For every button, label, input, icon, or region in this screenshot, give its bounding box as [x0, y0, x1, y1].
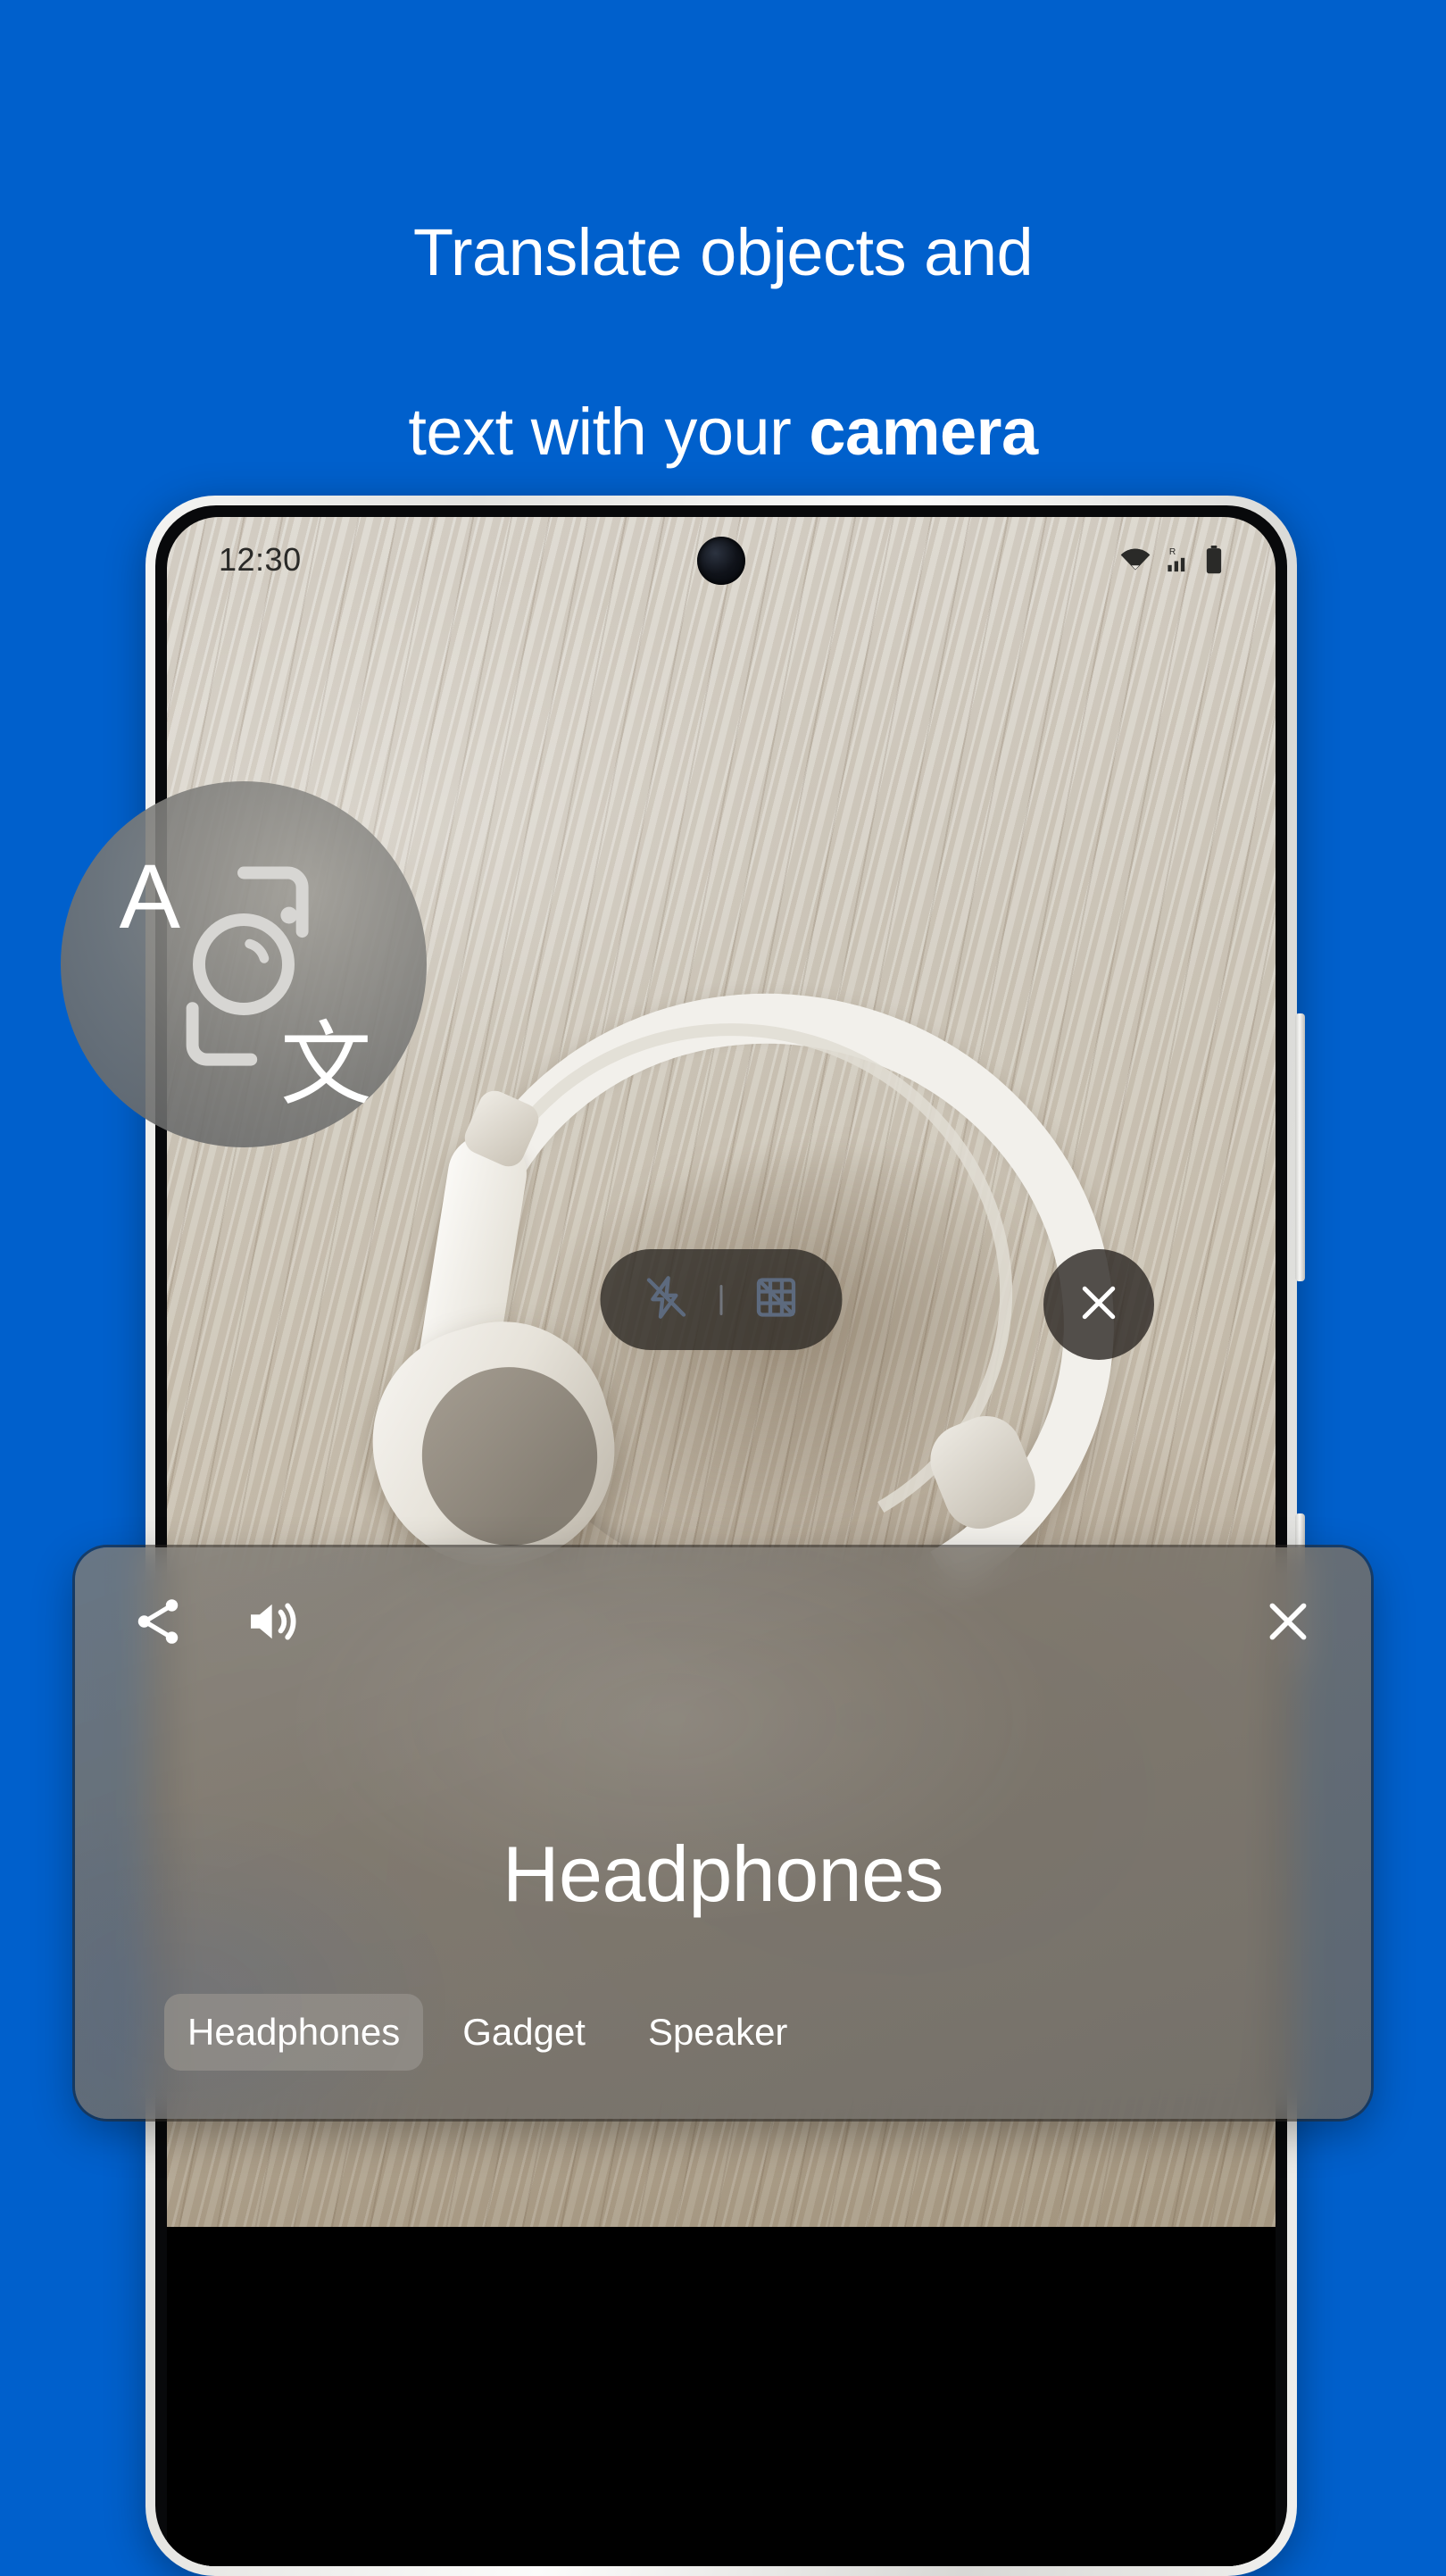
result-card-actions: [130, 1592, 300, 1655]
camera-translate-icon: A 文: [120, 845, 372, 1119]
page-title: Translate objects and text with your cam…: [0, 118, 1446, 478]
result-card-toolbar: [75, 1592, 1371, 1655]
roaming-signal-icon: R: [1163, 546, 1193, 574]
camera-toggle-pill: [600, 1249, 843, 1350]
status-bar-clock: 12:30: [219, 541, 302, 578]
headline-line-1: Translate objects and: [412, 214, 1034, 289]
close-icon: [1075, 1279, 1123, 1331]
svg-text:R: R: [1169, 547, 1176, 557]
grid-off-icon[interactable]: [753, 1274, 800, 1325]
chip-alternative[interactable]: Gadget: [439, 1994, 609, 2071]
result-close-button[interactable]: [1260, 1603, 1316, 1653]
camera-translate-badge: A 文: [61, 781, 427, 1147]
object-result-card: Headphones Headphones Gadget Speaker: [75, 1547, 1371, 2119]
front-camera-punch-hole: [697, 537, 745, 585]
translate-cjk-letter: 文: [280, 1013, 372, 1119]
chip-alternative[interactable]: Speaker: [625, 1994, 810, 2071]
result-card-close-area: [1260, 1594, 1316, 1654]
related-label-chips[interactable]: Headphones Gadget Speaker: [164, 1994, 1371, 2071]
pill-divider: [719, 1284, 723, 1315]
listen-button[interactable]: [241, 1592, 300, 1655]
wifi-icon: [1118, 546, 1152, 573]
chip-selected[interactable]: Headphones: [164, 1994, 424, 2071]
headline-line-2-prefix: text with your: [408, 394, 810, 469]
camera-close-button[interactable]: [1043, 1249, 1154, 1360]
chip-alternative-truncated[interactable]: [827, 2013, 873, 2052]
battery-icon: [1204, 545, 1224, 575]
status-bar-icons: R: [1118, 545, 1224, 575]
headline-line-2-emphasis: camera: [809, 394, 1038, 469]
volume-rocker-button[interactable]: [1295, 1013, 1305, 1281]
flash-off-icon[interactable]: [644, 1274, 690, 1325]
translate-latin-letter: A: [120, 845, 181, 947]
camera-bottom-bar: [167, 2227, 1276, 2566]
detected-object-title: Headphones: [502, 1830, 944, 1918]
share-button[interactable]: [130, 1594, 186, 1654]
